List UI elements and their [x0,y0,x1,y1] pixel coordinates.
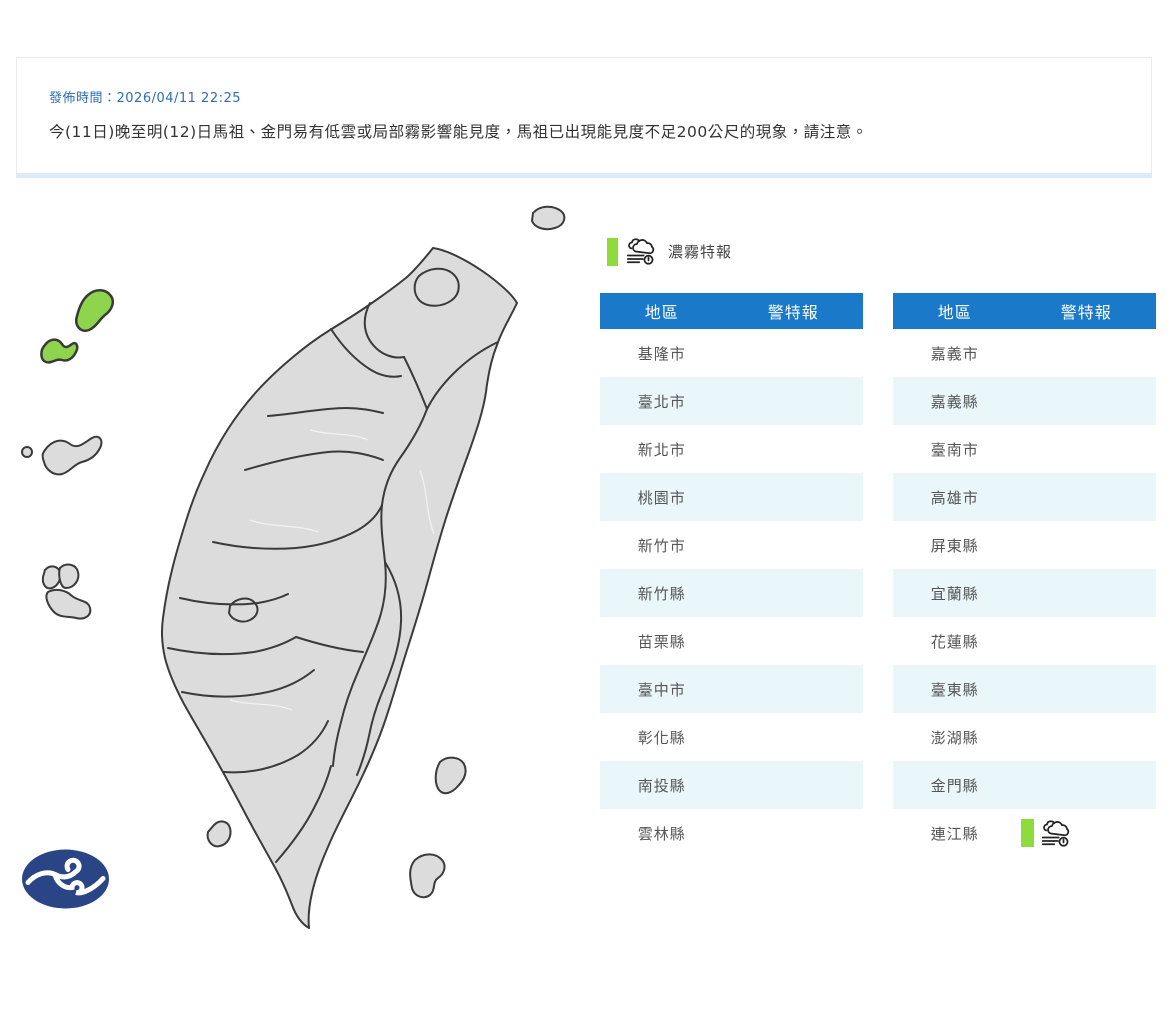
region-label: 花蓮縣 [893,617,1017,665]
matsu-island-north-highlighted[interactable] [76,290,113,330]
region-label: 澎湖縣 [893,713,1017,761]
advisory-text: 今(11日)晚至明(12)日馬祖、金門易有低雲或局部霧影響能見度，馬祖已出現能見… [49,120,1119,142]
table-body: 嘉義市嘉義縣臺南市高雄市屏東縣宜蘭縣花蓮縣臺東縣澎湖縣金門縣連江縣 [893,329,1156,857]
table-row: 基隆市 [600,329,863,377]
header-region: 地區 [893,293,1017,329]
fog-warning-color-swatch [607,238,618,266]
table-row: 臺北市 [600,377,863,425]
green-island [436,758,466,794]
penghu-island-1 [43,566,61,588]
warning-cell [1017,329,1156,377]
table-row: 嘉義縣 [893,377,1156,425]
penghu-island-2 [59,565,78,588]
table-header: 地區 警特報 [893,293,1156,329]
table-header: 地區 警特報 [600,293,863,329]
table-row: 臺東縣 [893,665,1156,713]
header-warning: 警特報 [1017,293,1156,329]
fog-icon [1041,820,1071,847]
warning-cell [724,329,863,377]
kinmen-island [43,437,102,475]
legend-label: 濃霧特報 [668,241,732,262]
region-label: 連江縣 [893,809,1017,857]
region-label: 金門縣 [893,761,1017,809]
table-row: 彰化縣 [600,713,863,761]
keelung-islet [532,207,564,229]
region-label: 高雄市 [893,473,1017,521]
warning-cell [1017,473,1156,521]
warning-cell [1017,617,1156,665]
kinmen-islet [22,447,32,457]
liuqiu-island [208,821,231,846]
publish-time: 發佈時間：2026/04/11 22:25 [49,87,1119,106]
warning-cell [724,617,863,665]
region-label: 彰化縣 [600,713,724,761]
table-body: 基隆市臺北市新北市桃園市新竹市新竹縣苗栗縣臺中市彰化縣南投縣雲林縣 [600,329,863,857]
warning-cell [724,761,863,809]
warning-cell [724,713,863,761]
warning-cell [1017,377,1156,425]
table-row: 澎湖縣 [893,713,1156,761]
legend-fog-advisory: 濃霧特報 [607,237,732,266]
region-label: 新北市 [600,425,724,473]
warning-cell [724,569,863,617]
table-row: 高雄市 [893,473,1156,521]
region-label: 宜蘭縣 [893,569,1017,617]
table-row: 屏東縣 [893,521,1156,569]
region-label: 嘉義縣 [893,377,1017,425]
table-row: 新北市 [600,425,863,473]
region-label: 屏東縣 [893,521,1017,569]
region-label: 新竹市 [600,521,724,569]
weather-bureau-logo [21,848,110,910]
orchid-island [410,854,444,897]
warning-cell [724,377,863,425]
warning-cell [1017,809,1156,857]
header-warning: 警特報 [724,293,863,329]
fog-warning-color-bar [1021,819,1034,847]
table-row: 新竹縣 [600,569,863,617]
warning-cell [1017,425,1156,473]
table-row: 新竹市 [600,521,863,569]
region-label: 嘉義市 [893,329,1017,377]
table-row: 苗栗縣 [600,617,863,665]
table-row: 臺南市 [893,425,1156,473]
warning-cell [724,521,863,569]
warning-cell [724,809,863,857]
advisory-notice-card: 發佈時間：2026/04/11 22:25 今(11日)晚至明(12)日馬祖、金… [16,57,1152,178]
region-label: 南投縣 [600,761,724,809]
warning-cell [1017,761,1156,809]
warning-table-right: 地區 警特報 嘉義市嘉義縣臺南市高雄市屏東縣宜蘭縣花蓮縣臺東縣澎湖縣金門縣連江縣 [893,293,1156,857]
table-row: 宜蘭縣 [893,569,1156,617]
table-row: 嘉義市 [893,329,1156,377]
weather-bureau-logo-svg [21,848,110,910]
table-row: 金門縣 [893,761,1156,809]
fog-advisory-page: 發佈時間：2026/04/11 22:25 今(11日)晚至明(12)日馬祖、金… [0,0,1170,1031]
warning-cell [1017,521,1156,569]
region-label: 臺南市 [893,425,1017,473]
table-row: 南投縣 [600,761,863,809]
warning-cell [1017,713,1156,761]
region-label: 新竹縣 [600,569,724,617]
region-label: 桃園市 [600,473,724,521]
region-label: 苗栗縣 [600,617,724,665]
penghu-island-3 [46,590,90,619]
table-row: 花蓮縣 [893,617,1156,665]
warning-table-left: 地區 警特報 基隆市臺北市新北市桃園市新竹市新竹縣苗栗縣臺中市彰化縣南投縣雲林縣 [600,293,863,857]
table-row: 桃園市 [600,473,863,521]
table-row: 臺中市 [600,665,863,713]
warning-cell [1017,569,1156,617]
region-label: 雲林縣 [600,809,724,857]
table-row: 雲林縣 [600,809,863,857]
region-label: 臺東縣 [893,665,1017,713]
matsu-island-south-highlighted[interactable] [41,340,77,363]
region-label: 臺北市 [600,377,724,425]
warning-cell [1017,665,1156,713]
warning-cell [724,473,863,521]
region-label: 臺中市 [600,665,724,713]
warning-cell [724,665,863,713]
region-label: 基隆市 [600,329,724,377]
warning-cell [724,425,863,473]
table-row: 連江縣 [893,809,1156,857]
fog-icon [626,238,656,265]
header-region: 地區 [600,293,724,329]
